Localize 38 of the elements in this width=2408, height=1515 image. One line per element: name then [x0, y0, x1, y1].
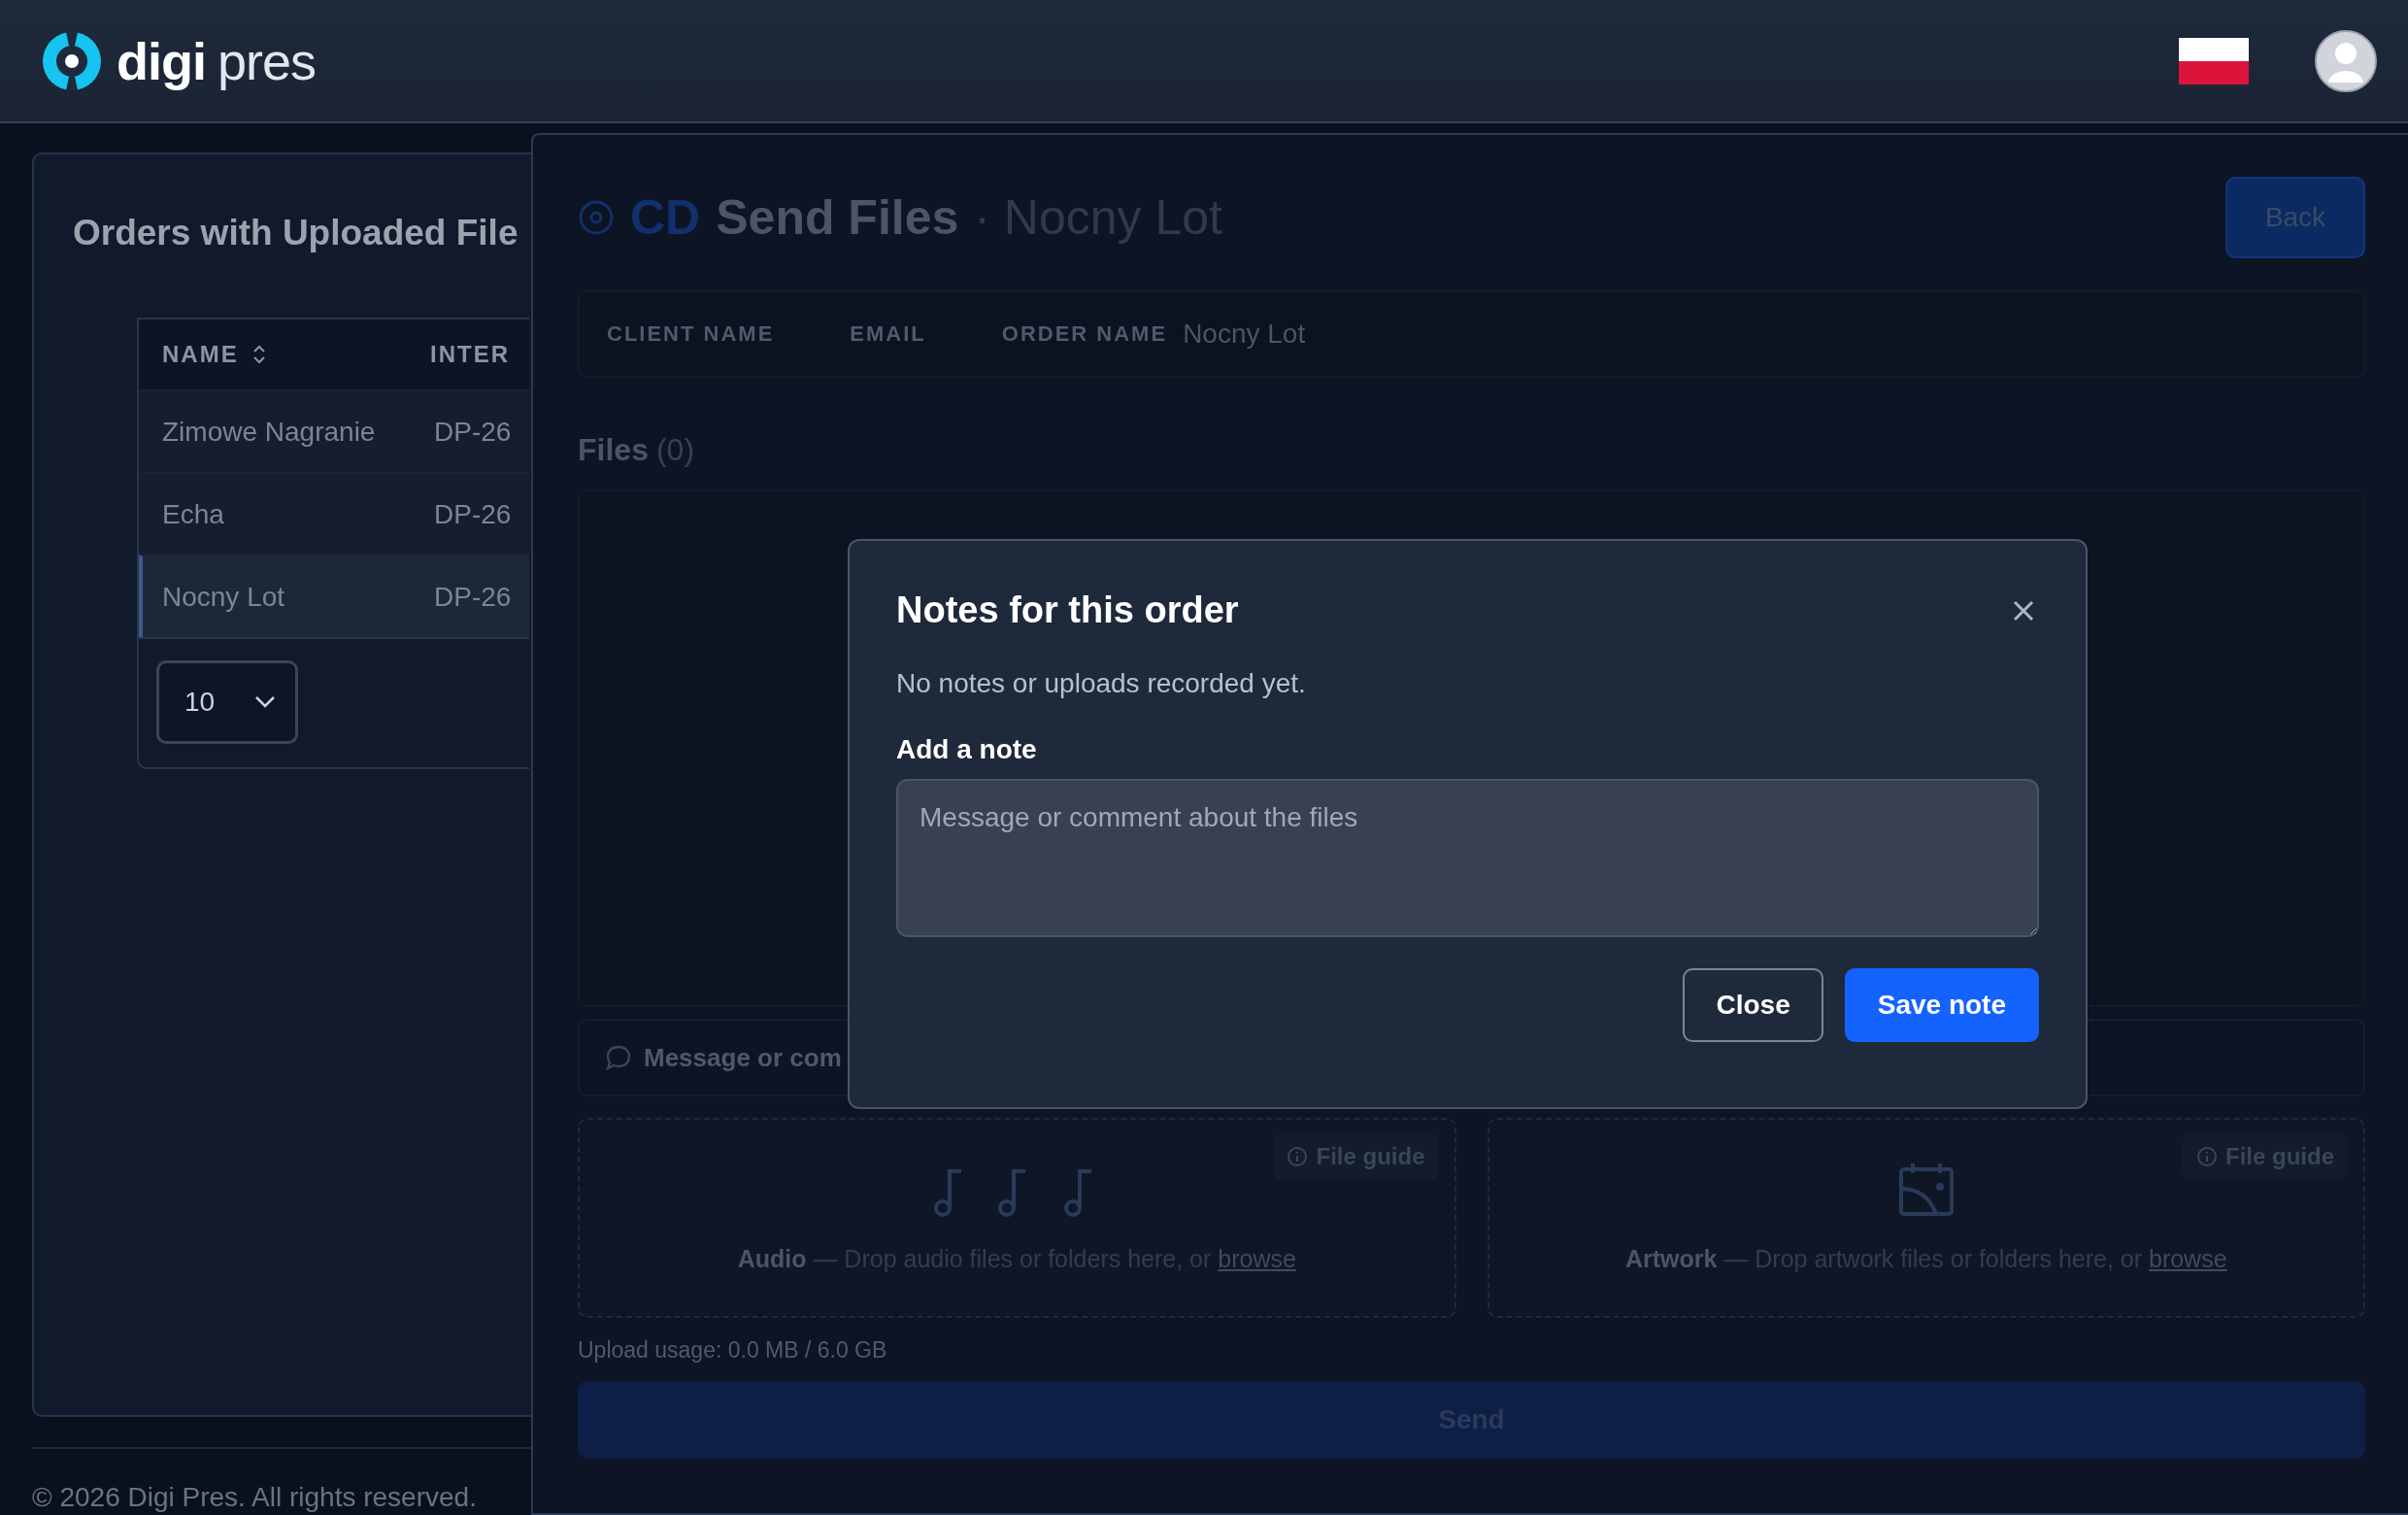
panel-title: Send Files [716, 189, 959, 246]
table-cell: DP-26 [434, 581, 512, 612]
column-header[interactable]: NAME [162, 341, 239, 368]
table-row[interactable]: Nocny Lot DP-26 [139, 555, 529, 637]
page-size-select[interactable]: 10 [156, 660, 298, 744]
column-header: INTER [430, 341, 510, 368]
field-label: CLIENT NAME [607, 321, 775, 347]
usage-text: Upload usage: 0.0 MB / 6.0 GB [578, 1337, 888, 1364]
logo-icon [43, 31, 101, 90]
save-button[interactable]: Save note [1844, 968, 2039, 1042]
logo-text: digi [117, 30, 206, 91]
table-cell: DP-26 [434, 498, 512, 529]
format-label: CD [630, 189, 701, 246]
note-input[interactable]: Message or comment about the files [896, 779, 2039, 937]
section-title: Files [578, 432, 649, 468]
sort-icon[interactable] [251, 344, 266, 365]
table-row[interactable]: Echa DP-26 [139, 472, 529, 555]
info-icon [2196, 1146, 2218, 1167]
chevron-down-icon [254, 695, 276, 709]
card-title: Orders with Uploaded File [73, 213, 519, 253]
field-label: EMAIL [850, 321, 926, 347]
empty-notes-text: No notes or uploads recorded yet. [896, 668, 1307, 699]
table-cell: DP-26 [434, 416, 512, 447]
table-row[interactable]: Zimowe Nagranie DP-26 [139, 389, 529, 472]
table-cell: Echa [162, 498, 224, 529]
logo-text: pres [217, 30, 317, 91]
field-label: Add a note [896, 734, 1038, 765]
avatar-icon[interactable] [2315, 29, 2377, 92]
flag-icon[interactable] [2179, 37, 2249, 84]
table-cell: Nocny Lot [162, 581, 285, 612]
table-cell: Zimowe Nagranie [162, 416, 376, 447]
disc-icon [578, 199, 615, 236]
field-label: ORDER NAME [1001, 321, 1168, 347]
chat-bubble-icon [605, 1044, 632, 1071]
dialog-title: Notes for this order [896, 589, 1239, 631]
close-button[interactable]: Close [1683, 968, 1823, 1042]
field-value: Nocny Lot [1183, 319, 1306, 350]
info-icon [1287, 1146, 1309, 1167]
